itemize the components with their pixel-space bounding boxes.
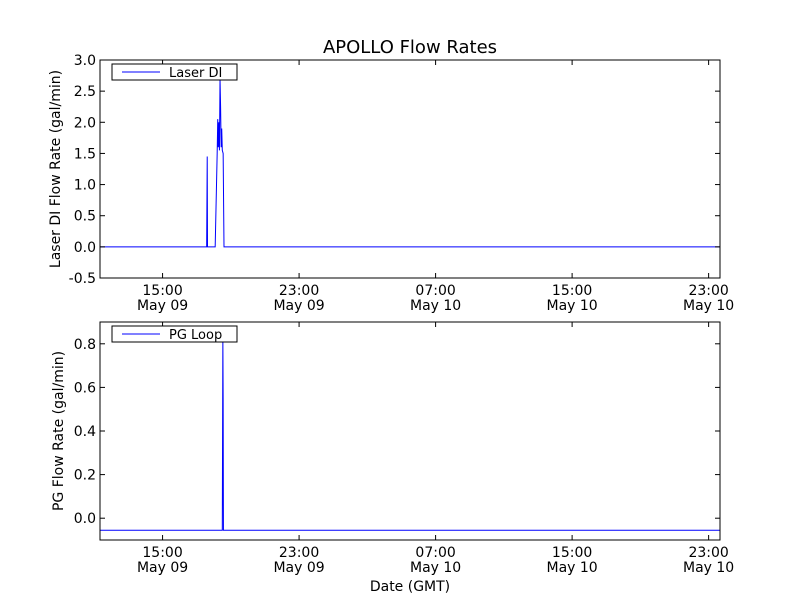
flow-rates-figure: APOLLO Flow Rates Date (GMT) -0.5 0.0 0.5 1… bbox=[48, 37, 734, 595]
y-tick-label: 0.4 bbox=[74, 424, 96, 440]
y-tick-label: 1.5 bbox=[74, 146, 96, 162]
chart-title: APOLLO Flow Rates bbox=[323, 37, 497, 58]
x-tick-label-date: May 09 bbox=[273, 560, 324, 576]
y-tick-label: 0.5 bbox=[74, 209, 96, 225]
y-tick-label: 0.8 bbox=[74, 337, 96, 353]
x-tick-label-date: May 09 bbox=[137, 560, 188, 576]
x-tick-label-time: 15:00 bbox=[142, 283, 182, 299]
y-tick-label: 2.0 bbox=[74, 115, 96, 131]
y-tick-label: 0.0 bbox=[74, 240, 96, 256]
x-tick-label-date: May 10 bbox=[410, 560, 461, 576]
x-tick-label-time: 23:00 bbox=[279, 545, 319, 561]
y-tick-label: 0.0 bbox=[74, 511, 96, 527]
bottom-x-axis-label: Date (GMT) bbox=[370, 579, 450, 595]
pg-loop-panel: 0.00.20.40.60.815:00May 0923:00May 0907:… bbox=[51, 321, 734, 576]
x-tick-label-time: 23:00 bbox=[688, 283, 728, 299]
y-tick-label: 0.6 bbox=[74, 380, 96, 396]
x-tick-label-time: 15:00 bbox=[552, 545, 592, 561]
y-tick-label: 0.2 bbox=[74, 468, 96, 484]
x-tick-label-time: 15:00 bbox=[552, 283, 592, 299]
x-tick-label-date: May 09 bbox=[137, 298, 188, 314]
x-tick-label-date: May 10 bbox=[410, 298, 461, 314]
plot-frame-1 bbox=[99, 321, 721, 541]
x-tick-label-date: May 10 bbox=[683, 298, 734, 314]
y-axis-label: Laser DI Flow Rate (gal/min) bbox=[48, 70, 64, 268]
x-tick-label-date: May 09 bbox=[273, 298, 324, 314]
series-line-0-0 bbox=[100, 78, 720, 248]
x-tick-label-date: May 10 bbox=[547, 560, 598, 576]
x-tick-label-time: 23:00 bbox=[279, 283, 319, 299]
x-tick-label-time: 23:00 bbox=[688, 545, 728, 561]
y-axis-label: PG Flow Rate (gal/min) bbox=[51, 351, 67, 511]
y-tick-label: 2.5 bbox=[74, 84, 96, 100]
series-line-1-0 bbox=[100, 339, 720, 531]
y-tick-label: 1.0 bbox=[74, 178, 96, 194]
y-tick-label: -0.5 bbox=[69, 271, 96, 287]
legend-label: Laser DI bbox=[169, 66, 222, 81]
x-tick-label-date: May 10 bbox=[683, 560, 734, 576]
x-tick-label-date: May 10 bbox=[547, 298, 598, 314]
legend-label: PG Loop bbox=[169, 328, 222, 343]
plot-frame-0 bbox=[99, 59, 721, 279]
x-tick-label-time: 15:00 bbox=[142, 545, 182, 561]
y-tick-label: 3.0 bbox=[74, 53, 96, 69]
x-tick-label-time: 07:00 bbox=[415, 545, 455, 561]
x-tick-label-time: 07:00 bbox=[415, 283, 455, 299]
laser-di-panel: -0.50.00.51.01.52.02.53.015:00May 0923:0… bbox=[48, 53, 734, 314]
